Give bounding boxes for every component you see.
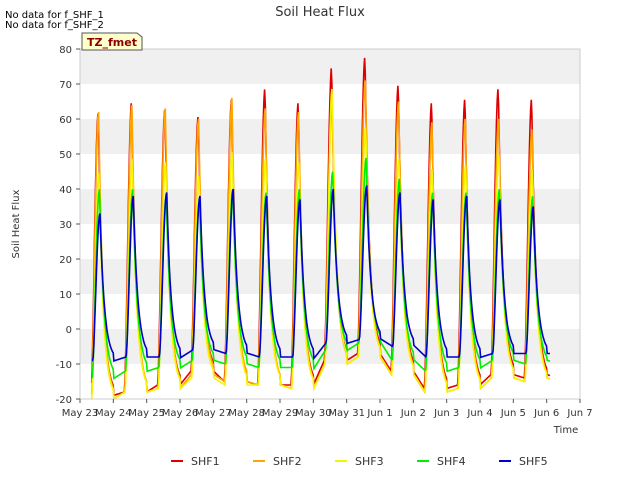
legend-label-shf1: SHF1 <box>191 455 220 468</box>
legend: SHF1 SHF2 SHF3 SHF4 SHF5 <box>171 455 548 468</box>
y-tick-label: 40 <box>59 185 72 196</box>
x-tick-label: May 29 <box>262 408 299 419</box>
x-tick-label: May 31 <box>328 408 365 419</box>
y-tick-label: 30 <box>59 220 72 231</box>
x-tick-label: Jun 3 <box>433 408 459 419</box>
legend-label-shf4: SHF4 <box>437 455 466 468</box>
badge-text: TZ_fmet <box>87 36 137 49</box>
legend-label-shf3: SHF3 <box>355 455 384 468</box>
x-tick-label: Jun 2 <box>400 408 426 419</box>
chart-title: Soil Heat Flux <box>275 5 365 20</box>
x-tick-label: May 28 <box>228 408 265 419</box>
x-tick-label: May 26 <box>162 408 199 419</box>
y-axis: -20 -10 0 10 20 30 40 50 60 70 80 <box>56 45 80 406</box>
y-tick-label: 70 <box>59 80 72 91</box>
y-axis-label: Soil Heat Flux <box>11 189 22 258</box>
y-tick-label: 80 <box>59 45 72 56</box>
x-axis: May 23May 24May 25May 26May 27May 28May … <box>62 399 593 419</box>
x-tick-label: Jun 6 <box>533 408 559 419</box>
soil-heat-flux-chart: No data for f_SHF_1 No data for f_SHF_2 … <box>5 5 593 468</box>
y-tick-label: 60 <box>59 115 72 126</box>
y-tick-label: 50 <box>59 150 72 161</box>
x-tick-label: May 30 <box>295 408 332 419</box>
legend-label-shf2: SHF2 <box>273 455 302 468</box>
y-tick-label: 0 <box>66 325 72 336</box>
x-tick-label: Jun 7 <box>566 408 592 419</box>
x-tick-label: May 24 <box>95 408 132 419</box>
legend-label-shf5: SHF5 <box>519 455 548 468</box>
grid-band <box>80 329 580 364</box>
x-axis-label: Time <box>553 425 578 436</box>
x-tick-label: May 27 <box>195 408 232 419</box>
x-tick-label: Jun 4 <box>466 408 492 419</box>
notice-text-2: No data for f_SHF_2 <box>5 20 104 31</box>
x-tick-label: May 23 <box>62 408 99 419</box>
x-tick-label: Jun 5 <box>500 408 526 419</box>
x-tick-label: May 25 <box>128 408 165 419</box>
x-tick-label: Jun 1 <box>366 408 392 419</box>
y-tick-label: -20 <box>56 395 72 406</box>
y-tick-label: -10 <box>56 360 72 371</box>
y-tick-label: 20 <box>59 255 72 266</box>
y-tick-label: 10 <box>59 290 72 301</box>
tz-fmet-badge: TZ_fmet <box>81 32 143 51</box>
